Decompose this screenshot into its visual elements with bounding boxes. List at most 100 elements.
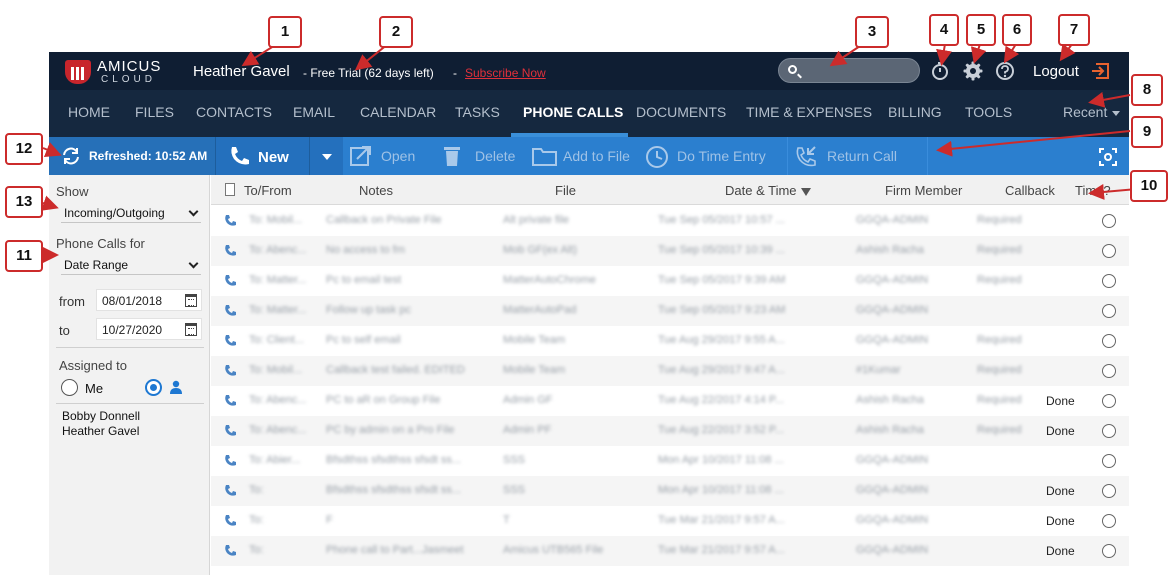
nav-home[interactable]: HOME (68, 104, 110, 120)
column-file[interactable]: File (555, 183, 576, 198)
row-select-radio[interactable] (1102, 454, 1116, 468)
cell-notes: Pc to self email (326, 334, 401, 346)
cell-firm-member: GGQA-ADMIN (856, 334, 929, 346)
person-icon[interactable] (169, 380, 183, 394)
column-callback[interactable]: Callback (1005, 183, 1055, 198)
table-row[interactable]: To: F T Tue Mar 21/2017 9:57 A... GGQA-ADMIN… (211, 506, 1129, 536)
row-select-radio[interactable] (1102, 544, 1116, 558)
callout-12: 12 (5, 133, 43, 165)
from-date-field[interactable]: 08/01/2018 (96, 289, 202, 311)
column-notes[interactable]: Notes (359, 183, 393, 198)
cell-notes: Follow up task pc (326, 304, 411, 316)
cell-to-from: To: (249, 484, 264, 496)
table-row[interactable]: To: Matter... Pc to email test MatterAutoC… (211, 266, 1129, 296)
row-select-radio[interactable] (1102, 514, 1116, 528)
show-select[interactable]: Incoming/Outgoing (61, 203, 201, 223)
cell-notes: No access to fm (326, 244, 405, 256)
cell-callback: Required (977, 274, 1022, 286)
callout-2: 2 (379, 16, 413, 48)
column-date-time[interactable]: Date & Time (725, 183, 811, 198)
table-row[interactable]: To: Bfsdthss sfsdthss sfsdt ss... SSS Mon A… (211, 476, 1129, 506)
main-navigation: HOME FILES CONTACTS EMAIL CALENDAR TASKS… (49, 90, 1129, 137)
delete-button[interactable]: Delete (429, 137, 527, 175)
global-search[interactable] (778, 58, 920, 83)
table-row[interactable]: To: Phone call to Part...Jasmeet Amicus UT… (211, 536, 1129, 566)
cell-firm-member: GGQA-ADMIN (856, 514, 929, 526)
row-select-radio[interactable] (1102, 334, 1116, 348)
nav-time-expenses[interactable]: TIME & EXPENSES (746, 104, 872, 120)
open-button[interactable]: Open (343, 137, 429, 175)
sidebar-divider (56, 347, 204, 348)
row-select-radio[interactable] (1102, 364, 1116, 378)
table-row[interactable]: To: Abier... Bfsdthss sfsdthss sfsdt ss..… (211, 446, 1129, 476)
row-select-radio[interactable] (1102, 274, 1116, 288)
column-firm-member[interactable]: Firm Member (885, 183, 962, 198)
phone-calls-for-select[interactable]: Date Range (61, 255, 201, 275)
table-row[interactable]: To: Abenc... PC by admin on a Pro File Adm… (211, 416, 1129, 446)
phone-call-icon (225, 425, 236, 436)
row-select-radio[interactable] (1102, 424, 1116, 438)
refreshed-label: Refreshed: 10:52 AM (89, 149, 208, 163)
nav-tasks[interactable]: TASKS (455, 104, 500, 120)
table-row[interactable]: To: Abenc... PC to aR on Group File Admin … (211, 386, 1129, 416)
phone-calls-grid: To/From Notes File Date & Time Firm Memb… (211, 175, 1129, 575)
add-to-file-button[interactable]: Add to File (527, 137, 645, 175)
table-row[interactable]: To: Mobil... Callback on Private File Alt … (211, 206, 1129, 236)
gear-icon[interactable] (963, 61, 983, 81)
row-select-radio[interactable] (1102, 394, 1116, 408)
cell-file: Admin GF (503, 394, 553, 406)
row-select-radio[interactable] (1102, 244, 1116, 258)
assigned-others-radio[interactable] (145, 379, 162, 396)
table-row[interactable]: To: Mobil... Callback test failed. EDITED… (211, 356, 1129, 386)
cell-date-time: Tue Mar 21/2017 9:57 A... (658, 544, 785, 556)
row-select-radio[interactable] (1102, 214, 1116, 228)
from-date-value: 08/01/2018 (102, 294, 163, 308)
logout-link[interactable]: Logout (1033, 63, 1079, 80)
nav-email[interactable]: EMAIL (293, 104, 335, 120)
phone-call-icon (225, 305, 236, 316)
timer-icon[interactable] (930, 61, 950, 81)
recent-menu[interactable]: Recent (1063, 104, 1121, 120)
table-row[interactable]: To: Client... Pc to self email Mobile Team… (211, 326, 1129, 356)
return-call-button[interactable]: Return Call (789, 137, 927, 175)
cell-to-from: To: Abenc... (249, 244, 307, 256)
nav-calendar[interactable]: CALENDAR (360, 104, 436, 120)
row-select-radio[interactable] (1102, 484, 1116, 498)
calendar-icon[interactable] (185, 294, 197, 307)
column-time[interactable]: Time? (1075, 183, 1111, 198)
nav-phone-calls[interactable]: PHONE CALLS (523, 104, 623, 120)
refresh-button[interactable]: Refreshed: 10:52 AM (49, 137, 215, 175)
cell-to-from: To: Matter... (249, 304, 307, 316)
help-icon[interactable] (995, 61, 1015, 81)
nav-documents[interactable]: DOCUMENTS (636, 104, 726, 120)
new-dropdown-button[interactable] (309, 137, 343, 175)
cell-to-from: To: Abenc... (249, 424, 307, 436)
table-row[interactable]: To: Matter... Follow up task pc MatterAuto… (211, 296, 1129, 326)
nav-billing[interactable]: BILLING (888, 104, 942, 120)
screenshot: AMICUS CLOUD Heather Gavel - Free Trial … (0, 0, 1172, 575)
trash-icon (444, 147, 460, 166)
assigned-me-radio[interactable] (61, 379, 78, 396)
cell-firm-member: GGQA-ADMIN (856, 304, 929, 316)
amicus-logo[interactable]: AMICUS CLOUD (65, 58, 170, 86)
refresh-icon (63, 147, 79, 165)
row-select-radio[interactable] (1102, 304, 1116, 318)
phone-call-icon (225, 335, 236, 346)
calendar-icon[interactable] (185, 323, 197, 336)
column-to-from[interactable]: To/From (244, 183, 292, 198)
to-date-field[interactable]: 10/27/2020 (96, 318, 202, 340)
new-call-button[interactable]: New (215, 137, 309, 175)
table-row[interactable]: To: Abenc... No access to fm Mob GF(ex Alt… (211, 236, 1129, 266)
cell-callback: Required (977, 394, 1022, 406)
nav-contacts[interactable]: CONTACTS (196, 104, 272, 120)
subscribe-now-link[interactable]: Subscribe Now (465, 66, 546, 80)
recent-label: Recent (1063, 104, 1108, 120)
nav-files[interactable]: FILES (135, 104, 174, 120)
cell-firm-member: GGQA-ADMIN (856, 454, 929, 466)
do-time-entry-button[interactable]: Do Time Entry (645, 137, 787, 175)
screen-capture-button[interactable] (1089, 137, 1125, 175)
search-input[interactable] (805, 62, 915, 79)
logout-icon[interactable] (1091, 61, 1111, 81)
cell-date-time: Tue Aug 22/2017 3:52 P... (658, 424, 784, 436)
nav-tools[interactable]: TOOLS (965, 104, 1012, 120)
